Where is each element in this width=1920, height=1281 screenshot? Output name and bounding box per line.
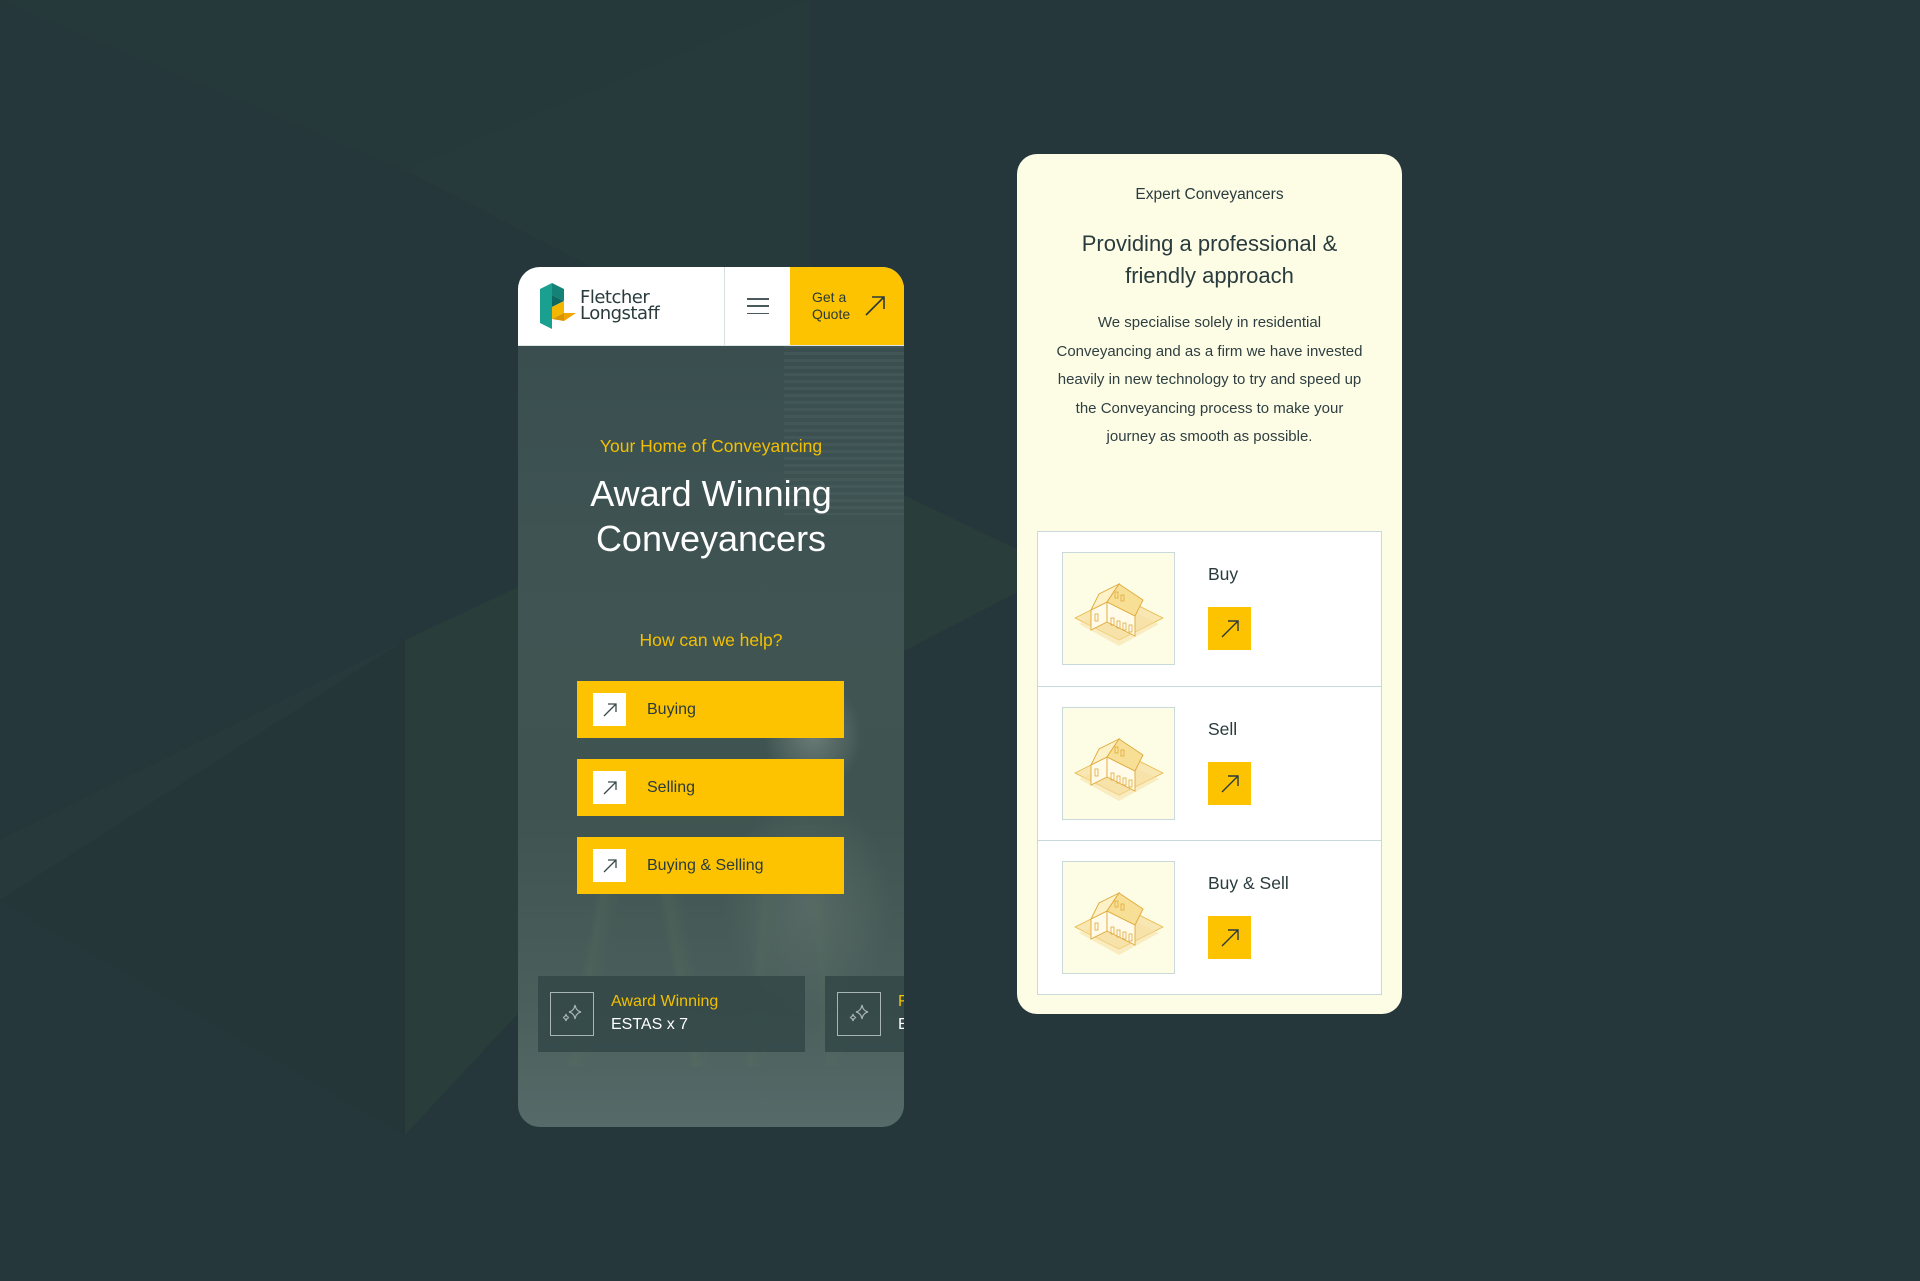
service-item-sell[interactable]: Sell xyxy=(1038,686,1381,840)
service-link-button[interactable] xyxy=(1208,607,1251,650)
sparkle-icon xyxy=(562,1004,582,1022)
house-illustration xyxy=(1062,552,1175,665)
arrow-up-right-icon xyxy=(1221,928,1239,946)
fletcher-longstaff-logo-icon xyxy=(540,283,576,329)
quote-label-line1: Get a xyxy=(812,289,847,305)
services-list: Buy Sell Buy & Sell xyxy=(1037,531,1382,995)
section-title-line2: friendly approach xyxy=(1125,263,1294,288)
selling-button[interactable]: Selling xyxy=(577,759,844,816)
buying-and-selling-button[interactable]: Buying & Selling xyxy=(577,837,844,894)
arrow-up-right-icon xyxy=(603,780,617,794)
mobile-services-screen: Expert Conveyancers Providing a professi… xyxy=(1017,154,1402,1014)
section-title-line1: Providing a professional & xyxy=(1081,231,1338,256)
arrow-up-right-icon xyxy=(865,296,885,316)
get-a-quote-button[interactable]: Get a Quote xyxy=(790,267,904,345)
service-item-buy-and-sell[interactable]: Buy & Sell xyxy=(1038,840,1381,994)
award-card-partial: F E xyxy=(825,976,904,1052)
background-decoration xyxy=(0,0,1060,1135)
service-label: Sell xyxy=(1208,719,1238,739)
section-body: We specialise solely in residential Conv… xyxy=(1056,314,1363,445)
section-title: Providing a professional & friendly appr… xyxy=(1017,228,1402,292)
service-item-buy[interactable]: Buy xyxy=(1038,532,1381,686)
award-title: Award Winning xyxy=(611,993,719,1010)
service-label: Buy xyxy=(1208,564,1239,584)
sparkle-icon xyxy=(849,1004,869,1022)
logo-line2: Longstaff xyxy=(580,303,660,324)
hero-eyebrow: Your Home of Conveyancing xyxy=(599,436,823,456)
award-title: F xyxy=(898,993,904,1010)
menu-button[interactable] xyxy=(724,267,790,345)
arrow-up-right-icon xyxy=(603,858,617,872)
isometric-house-icon xyxy=(1073,891,1164,955)
hamburger-icon xyxy=(746,298,769,314)
house-illustration xyxy=(1062,861,1175,974)
hero-title-line2: Conveyancers xyxy=(595,518,827,559)
award-subtitle: ESTAS x 7 xyxy=(611,1016,689,1033)
section-tag: Expert Conveyancers xyxy=(1135,186,1284,203)
award-card: Award Winning ESTAS x 7 xyxy=(538,976,805,1052)
service-link-button[interactable] xyxy=(1208,916,1251,959)
arrow-up-right-icon xyxy=(1221,619,1239,637)
buying-and-selling-label: Buying & Selling xyxy=(647,856,764,874)
buying-button[interactable]: Buying xyxy=(577,681,844,738)
arrow-up-right-icon xyxy=(603,702,617,716)
service-link-button[interactable] xyxy=(1208,762,1251,805)
hero-title-line1: Award Winning xyxy=(590,473,832,514)
isometric-house-icon xyxy=(1073,582,1164,646)
service-label: Buy & Sell xyxy=(1208,873,1289,893)
arrow-up-right-icon xyxy=(1221,774,1239,792)
hero-title: Award Winning Conveyancers xyxy=(518,471,904,561)
award-subtitle: E xyxy=(898,1016,904,1033)
mobile-home-screen: Fletcher Longstaff Get a Quote Your Home… xyxy=(518,267,904,1127)
site-header: Fletcher Longstaff Get a Quote xyxy=(518,267,904,346)
buying-label: Buying xyxy=(647,700,696,718)
logo[interactable]: Fletcher Longstaff xyxy=(518,267,724,345)
help-label: How can we help? xyxy=(639,630,783,650)
house-illustration xyxy=(1062,707,1175,820)
selling-label: Selling xyxy=(647,778,696,796)
quote-label-line2: Quote xyxy=(812,306,851,322)
isometric-house-icon xyxy=(1073,737,1164,801)
